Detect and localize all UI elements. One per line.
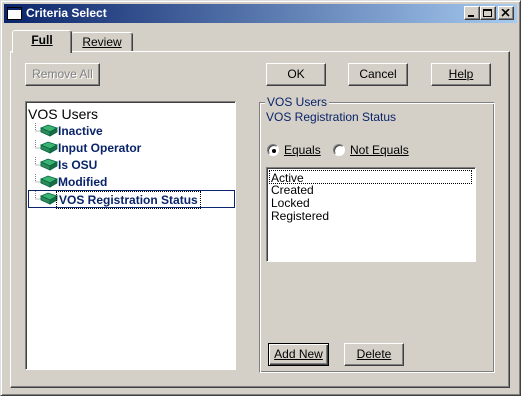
radio-circle [333,144,345,156]
help-button[interactable]: Help [431,63,491,86]
window-title: Criteria Select [26,6,107,20]
radio-circle [267,144,279,156]
delete-button[interactable]: Delete [344,343,404,366]
cancel-button[interactable]: Cancel [348,63,408,86]
criteria-group-title: VOS Users [265,95,330,109]
list-item[interactable]: Locked [270,196,473,210]
tree-item-label: Modified [58,175,108,189]
list-item[interactable]: Registered [270,209,473,223]
radio-dot [272,149,276,153]
tree-item-label: VOS Registration Status [56,191,201,209]
maximize-button[interactable] [480,6,496,20]
maximize-icon [483,9,492,17]
book-icon [40,175,58,188]
book-icon [40,141,58,154]
delete-label: Delete [356,347,392,361]
help-label: Help [448,67,474,81]
values-listbox[interactable]: Active Created Locked Registered [266,167,476,262]
add-new-button[interactable]: Add New [268,343,329,366]
tab-full-label: Full [31,33,53,47]
ok-button[interactable]: OK [266,63,326,86]
tree-item-label: Input Operator [58,141,142,155]
criteria-select-window: Criteria Select Full Review Remove All O… [0,0,521,396]
minimize-icon [468,15,474,17]
tab-review[interactable]: Review [71,32,133,52]
field-tree[interactable]: VOS Users Inactive Input Operator Is OSU… [25,101,236,370]
add-new-label: Add New [274,347,323,361]
remove-all-button[interactable]: Remove All [25,63,100,86]
tab-review-label: Review [82,35,122,49]
book-icon [40,124,58,137]
tab-full[interactable]: Full [12,30,72,53]
minimize-button[interactable] [464,6,480,20]
tree-item-label: Is OSU [58,158,98,172]
title-bar[interactable]: Criteria Select [4,4,517,23]
equals-label: Equals [284,143,321,157]
tree-root-vos-users[interactable]: VOS Users [28,106,98,122]
close-icon [501,9,510,17]
book-icon [40,158,58,171]
list-item[interactable]: Active [269,170,472,185]
criteria-field-name: VOS Registration Status [266,110,397,124]
not-equals-label: Not Equals [350,143,409,157]
tree-item-label: Inactive [58,124,103,138]
list-item[interactable]: Created [270,183,473,197]
window-app-icon [7,7,22,20]
close-button[interactable] [498,6,514,20]
